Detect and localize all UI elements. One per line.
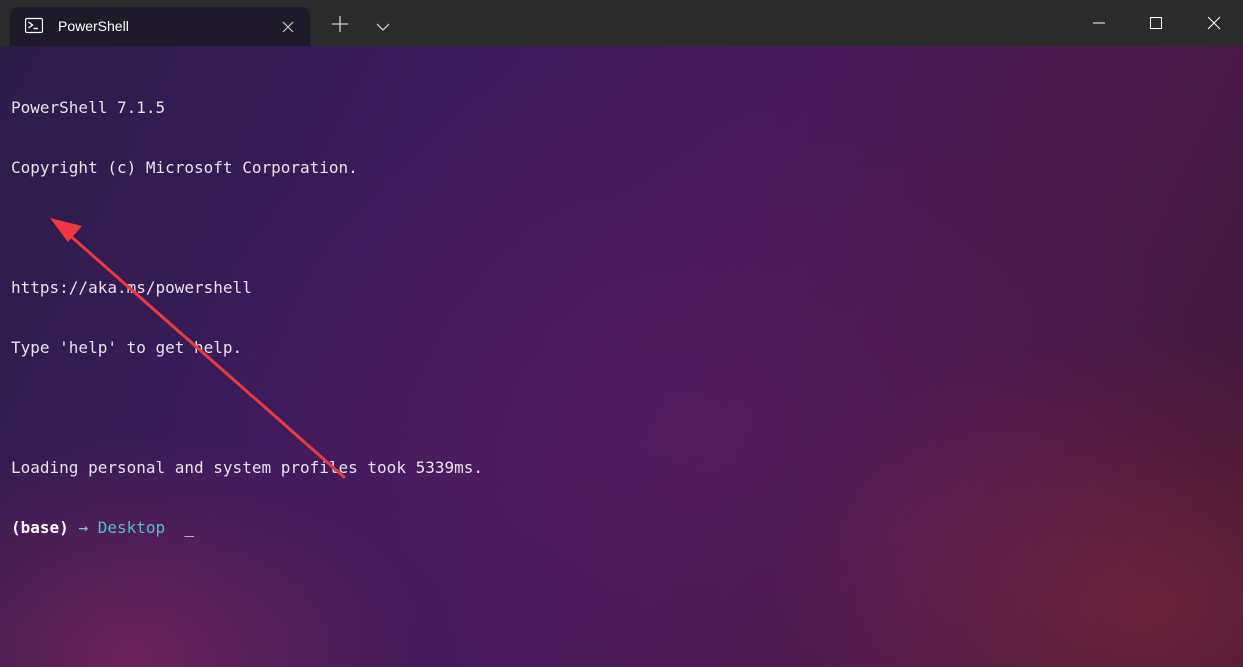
tab-title: PowerShell (58, 18, 129, 34)
plus-icon[interactable] (332, 16, 348, 32)
close-icon (1207, 16, 1221, 30)
terminal-output: PowerShell 7.1.5 Copyright (c) Microsoft… (11, 58, 483, 578)
conda-env-label: (base) (11, 518, 69, 537)
prompt-arrow-icon: → (78, 518, 89, 537)
tab-powershell[interactable]: PowerShell (10, 7, 310, 46)
output-line: PowerShell 7.1.5 (11, 98, 166, 117)
output-line: https://aka.ms/powershell (11, 278, 252, 297)
title-bar: PowerShell (0, 0, 1243, 46)
chevron-down-icon[interactable] (376, 19, 390, 31)
terminal-pane[interactable]: PowerShell 7.1.5 Copyright (c) Microsoft… (0, 46, 1243, 667)
output-line: Copyright (c) Microsoft Corporation. (11, 158, 358, 177)
close-icon[interactable] (282, 20, 294, 33)
prompt-line[interactable]: (base) → Desktop _ (11, 518, 483, 538)
current-directory: Desktop (97, 518, 166, 537)
minimize-icon (1093, 22, 1105, 24)
minimize-button[interactable] (1070, 0, 1128, 46)
maximize-button[interactable] (1127, 0, 1185, 46)
text-cursor: _ (184, 518, 195, 537)
output-line: Type 'help' to get help. (11, 338, 243, 357)
powershell-icon (24, 17, 44, 34)
close-window-button[interactable] (1185, 0, 1243, 46)
output-line: Loading personal and system profiles too… (11, 458, 484, 477)
maximize-icon (1150, 17, 1162, 29)
